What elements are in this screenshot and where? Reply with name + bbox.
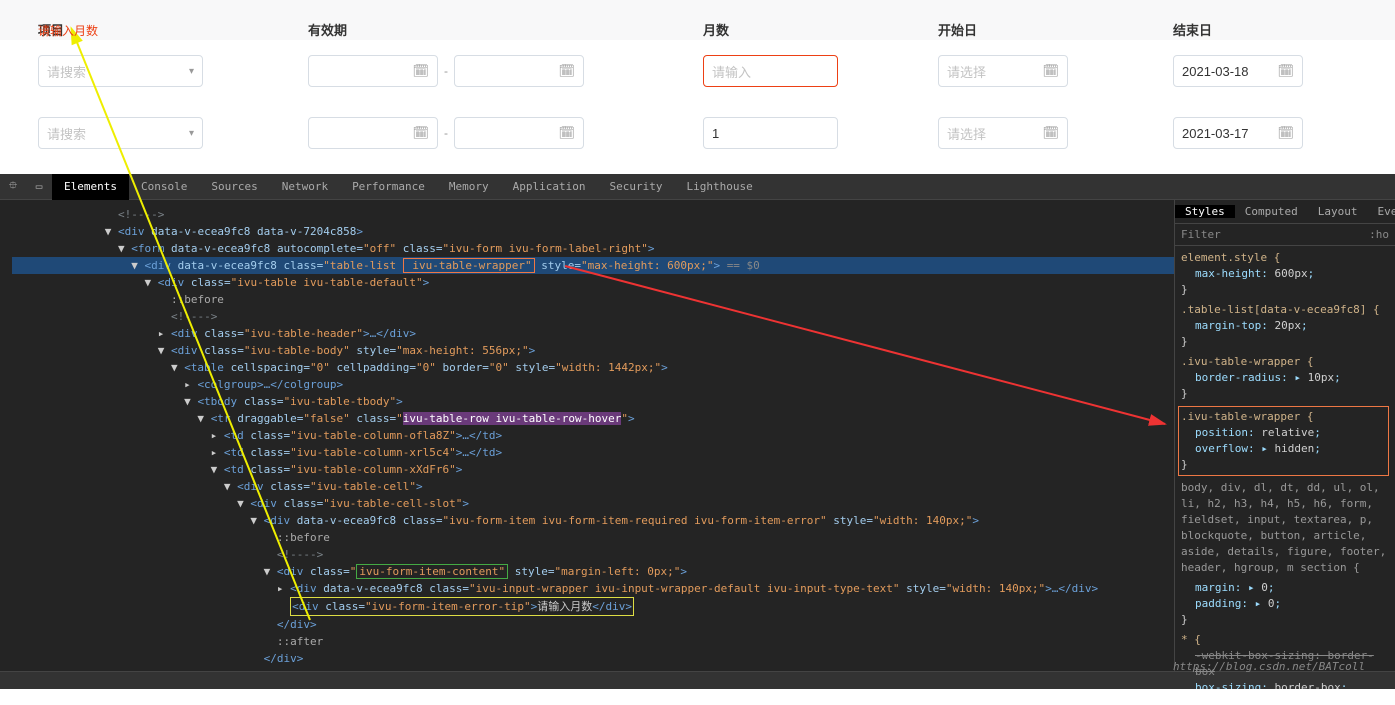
chevron-down-icon: ▾ (189, 66, 194, 77)
calendar-icon: 🗓 (1277, 125, 1294, 141)
months-input[interactable]: 1 (703, 117, 838, 149)
select-placeholder: 请搜索 (47, 124, 86, 143)
devtools-tab-elements[interactable]: Elements (52, 174, 129, 200)
project-select[interactable]: 请搜索 ▾ (38, 117, 203, 149)
devtools-tab-application[interactable]: Application (501, 174, 598, 200)
devtools-tab-console[interactable]: Console (129, 174, 199, 200)
styles-tab-event[interactable]: Event (1367, 205, 1395, 218)
error-tooltip: 请输入月数 (38, 22, 98, 39)
watermark: https://blog.csdn.net/BATcoll (1173, 660, 1365, 673)
input-value: 1 (712, 126, 719, 141)
chevron-down-icon: ▾ (189, 128, 194, 139)
end-date[interactable]: 2021-03-18 🗓 (1173, 55, 1303, 87)
styles-tab-styles[interactable]: Styles (1175, 205, 1235, 218)
input-placeholder: 请输入 (712, 62, 751, 81)
calendar-icon: 🗓 (1277, 63, 1294, 79)
devtools-panel: ⯐ ▭ ElementsConsoleSourcesNetworkPerform… (0, 174, 1395, 689)
calendar-icon: 🗓 (1042, 125, 1059, 141)
devtools-tabs: ElementsConsoleSourcesNetworkPerformance… (52, 174, 765, 200)
range-separator: - (444, 126, 448, 140)
start-date[interactable]: 请选择 🗓 (938, 117, 1068, 149)
date-value: 2021-03-17 (1182, 126, 1249, 141)
calendar-icon: 🗓 (558, 125, 575, 141)
project-select[interactable]: 请搜索 ▾ (38, 55, 203, 87)
highlighted-rule: .ivu-table-wrapper { position: relative;… (1178, 406, 1389, 476)
elements-tree[interactable]: <!----> ▼ <div data-v-ecea9fc8 data-v-72… (0, 200, 1174, 671)
calendar-icon: 🗓 (558, 63, 575, 79)
styles-tab-computed[interactable]: Computed (1235, 205, 1308, 218)
devtools-tab-sources[interactable]: Sources (199, 174, 269, 200)
styles-panel: StylesComputedLayoutEvent Filter :ho ele… (1174, 200, 1395, 671)
range-separator: - (444, 64, 448, 78)
table-row: 请搜索 ▾ 🗓 - 🗓 请输入 请选择 🗓 (0, 40, 1395, 102)
styles-tabs: StylesComputedLayoutEvent (1175, 200, 1395, 224)
date-value: 2021-03-18 (1182, 64, 1249, 79)
header-end: 结束日 (1173, 20, 1373, 39)
date-placeholder: 请选择 (947, 124, 986, 143)
months-input[interactable]: 请输入 (703, 55, 838, 87)
valid-from-date[interactable]: 🗓 (308, 55, 438, 87)
end-date[interactable]: 2021-03-17 🗓 (1173, 117, 1303, 149)
calendar-icon: 🗓 (1042, 63, 1059, 79)
calendar-icon: 🗓 (412, 63, 429, 79)
valid-from-date[interactable]: 🗓 (308, 117, 438, 149)
devtools-toolbar: ⯐ ▭ ElementsConsoleSourcesNetworkPerform… (0, 174, 1395, 200)
devtools-tab-performance[interactable]: Performance (340, 174, 437, 200)
date-placeholder: 请选择 (947, 62, 986, 81)
start-date[interactable]: 请选择 🗓 (938, 55, 1068, 87)
styles-filter[interactable]: Filter :ho (1175, 224, 1395, 246)
table-header: 项目 有效期 月数 开始日 结束日 (0, 0, 1395, 40)
valid-to-date[interactable]: 🗓 (454, 55, 584, 87)
devtools-tab-memory[interactable]: Memory (437, 174, 501, 200)
valid-to-date[interactable]: 🗓 (454, 117, 584, 149)
table-area: 请输入月数 项目 有效期 月数 开始日 结束日 请搜索 ▾ 🗓 - 🗓 (0, 0, 1395, 174)
styles-tab-layout[interactable]: Layout (1308, 205, 1368, 218)
devtools-tab-lighthouse[interactable]: Lighthouse (675, 174, 765, 200)
select-placeholder: 请搜索 (47, 62, 86, 81)
inspect-icon[interactable]: ⯐ (0, 174, 26, 200)
header-validity: 有效期 (308, 20, 703, 39)
devtools-tab-network[interactable]: Network (270, 174, 340, 200)
header-months: 月数 (703, 20, 938, 39)
header-start: 开始日 (938, 20, 1173, 39)
devtools-tab-security[interactable]: Security (598, 174, 675, 200)
device-icon[interactable]: ▭ (26, 174, 52, 200)
calendar-icon: 🗓 (412, 125, 429, 141)
table-row: 请搜索 ▾ 🗓 - 🗓 1 请选择 🗓 (0, 102, 1395, 164)
